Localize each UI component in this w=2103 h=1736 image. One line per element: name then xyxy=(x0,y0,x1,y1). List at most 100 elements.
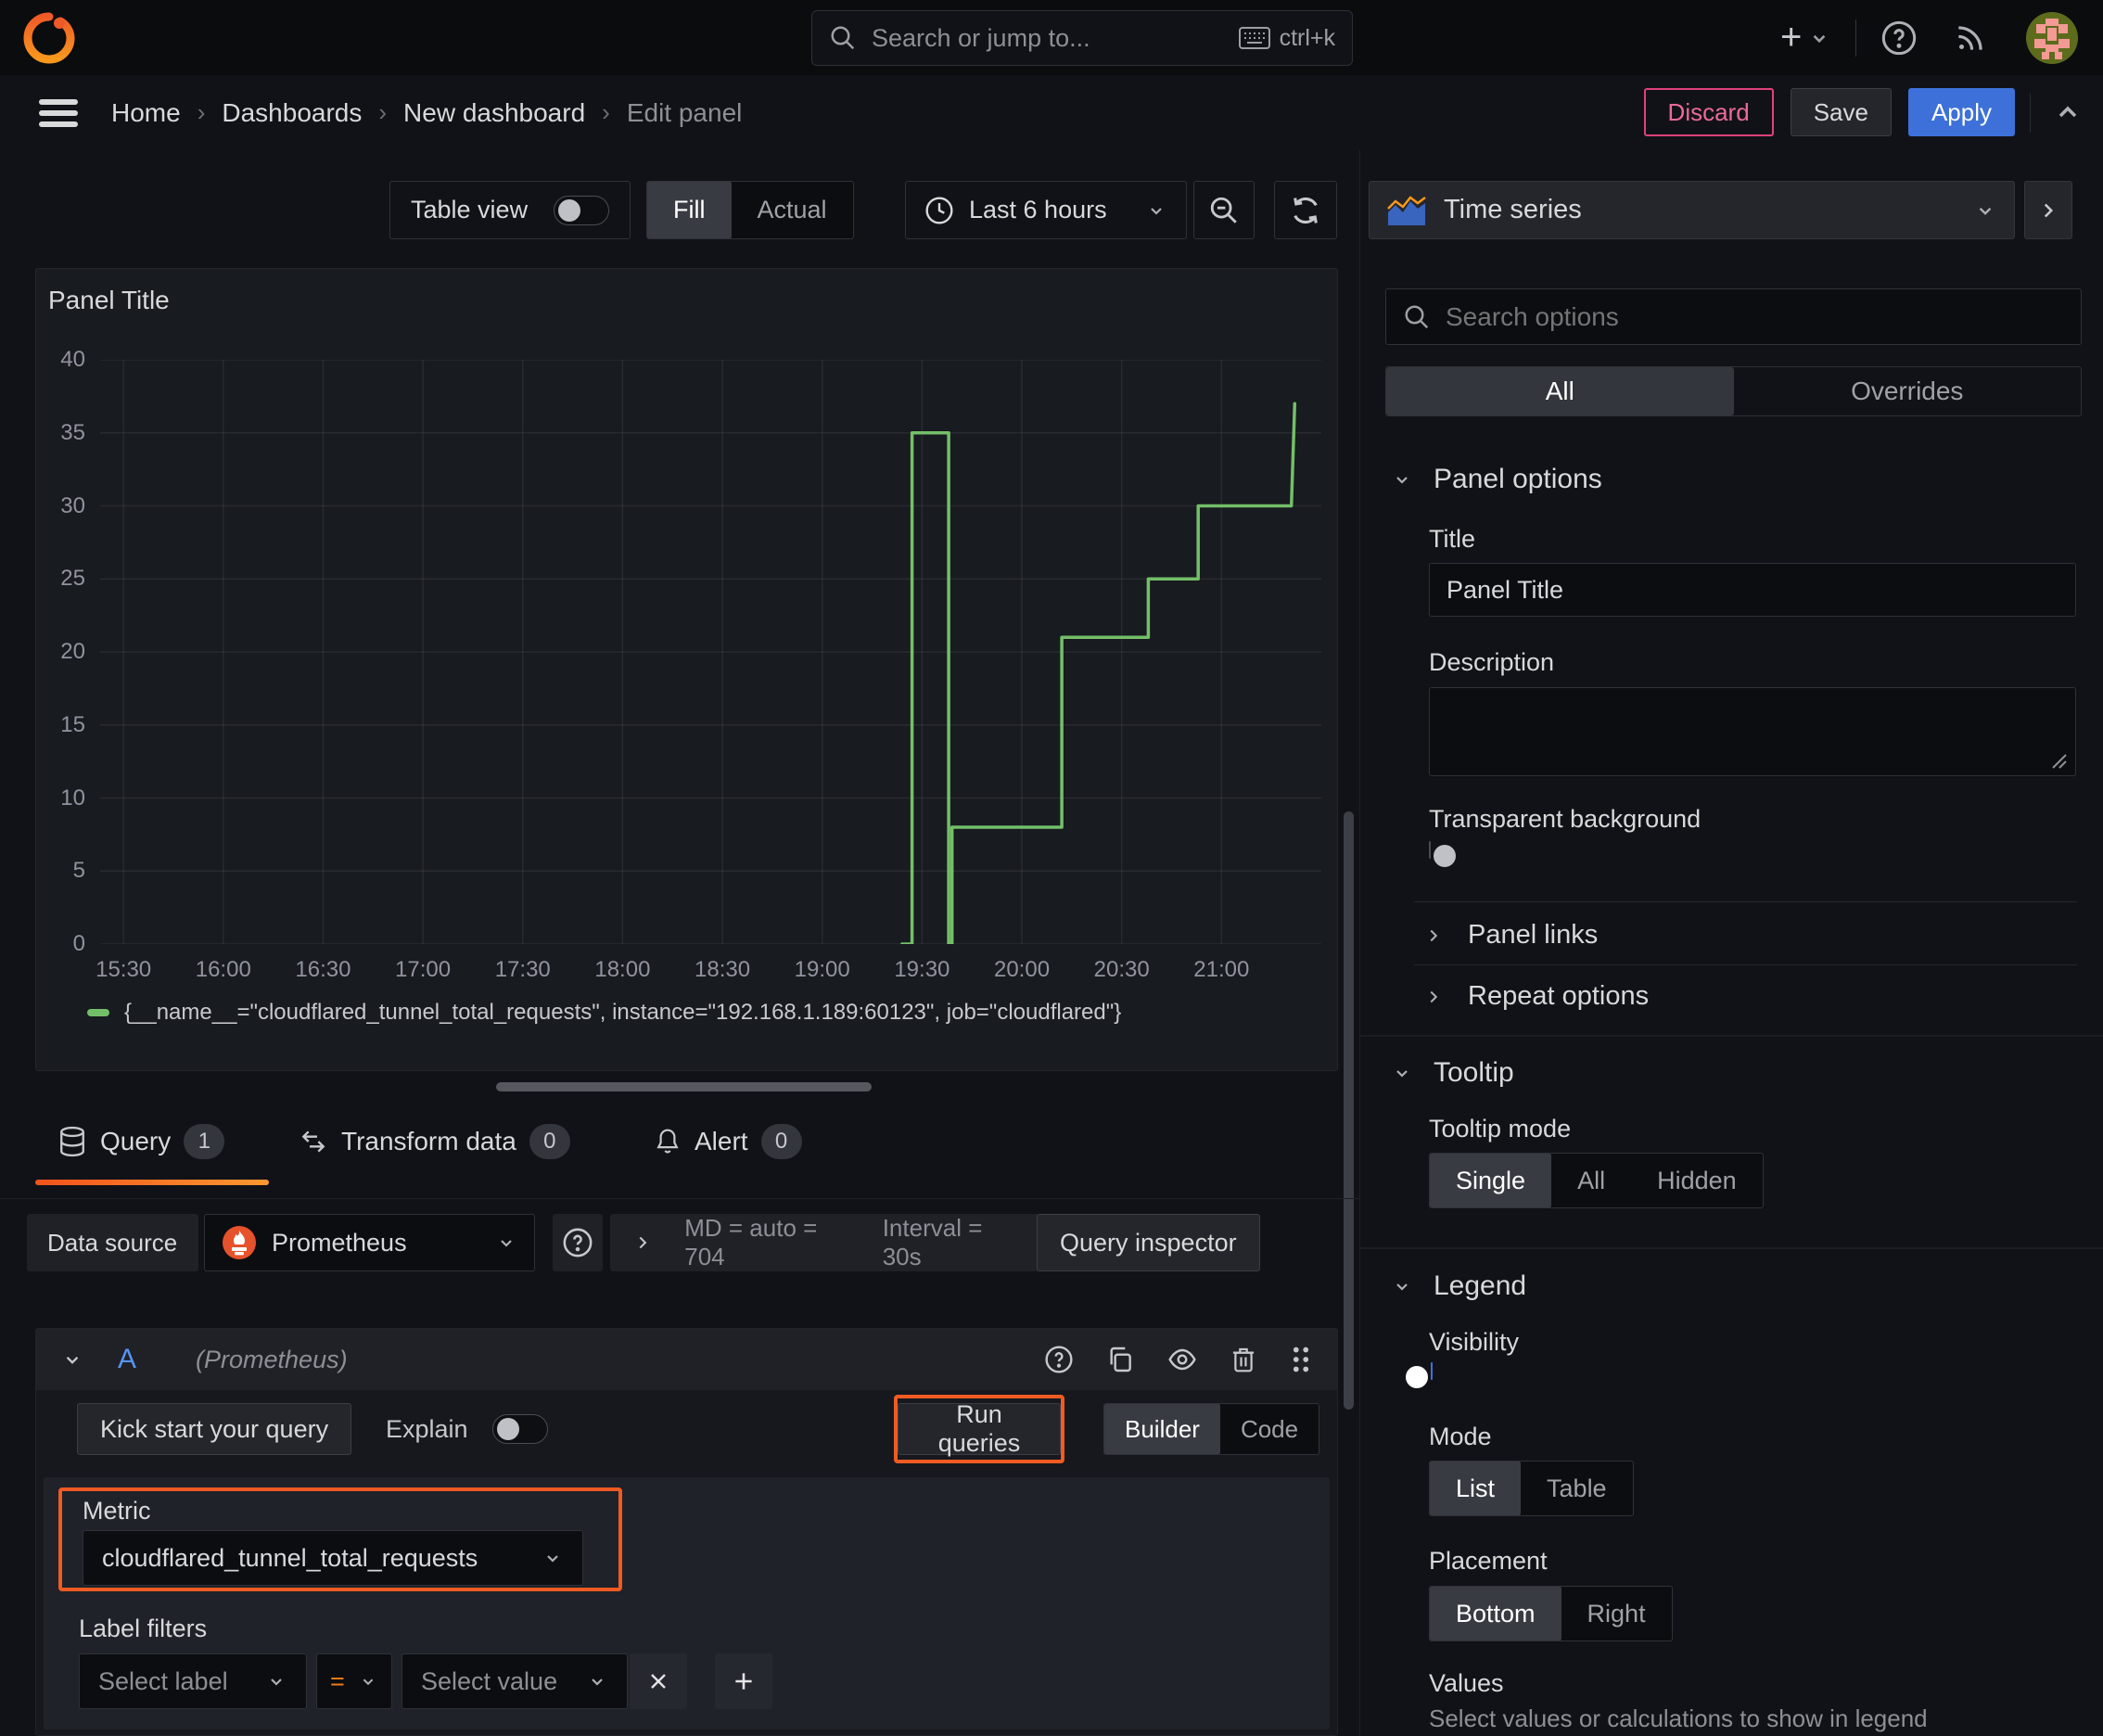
x-tick: 20:00 xyxy=(993,957,1051,982)
trash-icon[interactable] xyxy=(1230,1345,1257,1374)
run-queries-highlight: Run queries xyxy=(894,1395,1064,1463)
global-search[interactable]: ctrl+k xyxy=(811,10,1353,66)
run-queries-button[interactable]: Run queries xyxy=(898,1400,1061,1457)
operator-dropdown[interactable]: = xyxy=(316,1653,392,1709)
chevron-down-icon[interactable] xyxy=(1807,26,1831,50)
remove-filter-button[interactable] xyxy=(630,1653,687,1709)
metric-select[interactable]: cloudflared_tunnel_total_requests xyxy=(83,1530,583,1586)
zoom-out-button[interactable] xyxy=(1193,181,1255,239)
max-data-points: MD = auto = 704 xyxy=(684,1214,818,1270)
chevron-down-icon[interactable] xyxy=(60,1347,84,1372)
save-button[interactable]: Save xyxy=(1790,88,1892,136)
horizontal-scrollbar[interactable] xyxy=(496,1082,872,1091)
section-divider xyxy=(1360,1035,2103,1037)
legend-series-name: {__name__="cloudflared_tunnel_total_requ… xyxy=(124,1000,1122,1025)
x-tick: 18:00 xyxy=(594,957,651,982)
table-view-control: Table view xyxy=(389,181,631,239)
placement-bottom-option[interactable]: Bottom xyxy=(1430,1587,1561,1640)
help-icon[interactable] xyxy=(1880,19,1918,57)
builder-code-segmented: Builder Code xyxy=(1103,1403,1320,1455)
datasource-picker[interactable]: Prometheus xyxy=(204,1214,535,1271)
tooltip-hidden-option[interactable]: Hidden xyxy=(1631,1154,1763,1207)
drag-handle-icon[interactable] xyxy=(1289,1344,1313,1375)
query-help-icon[interactable] xyxy=(1044,1345,1074,1374)
x-tick: 16:30 xyxy=(295,957,351,982)
datasource-help-button[interactable] xyxy=(553,1214,603,1271)
chevron-down-icon xyxy=(271,1679,282,1686)
code-option[interactable]: Code xyxy=(1220,1404,1319,1454)
select-value-dropdown[interactable]: Select value xyxy=(401,1653,628,1709)
eye-icon[interactable] xyxy=(1166,1345,1198,1374)
add-icon[interactable]: + xyxy=(1780,17,1802,58)
breadcrumb-new-dashboard[interactable]: New dashboard xyxy=(403,98,585,128)
time-range-picker[interactable]: Last 6 hours xyxy=(905,181,1187,239)
builder-option[interactable]: Builder xyxy=(1104,1404,1220,1454)
kick-start-query-button[interactable]: Kick start your query xyxy=(77,1403,352,1455)
query-count-badge: 1 xyxy=(184,1124,225,1159)
select-label-dropdown[interactable]: Select label xyxy=(79,1653,307,1709)
fill-actual-segmented: Fill Actual xyxy=(646,181,854,239)
time-series-chart[interactable] xyxy=(100,360,1321,944)
chevron-right-icon xyxy=(1430,990,1438,1002)
breadcrumb-edit-panel: Edit panel xyxy=(626,97,743,127)
shortcut-hint: ctrl+k xyxy=(1238,25,1335,52)
legend-list-option[interactable]: List xyxy=(1430,1462,1522,1515)
tab-overrides[interactable]: Overrides xyxy=(1734,367,2082,415)
transparent-background-toggle[interactable] xyxy=(1429,841,1431,859)
query-row-header[interactable]: A (Prometheus) xyxy=(36,1329,1337,1390)
panel-links-section[interactable]: Panel links xyxy=(1423,920,1598,951)
resize-handle-icon[interactable] xyxy=(2047,749,2068,770)
panel-options-section[interactable]: Panel options xyxy=(1391,464,1602,495)
breadcrumb-dashboards[interactable]: Dashboards xyxy=(222,98,362,128)
description-label: Description xyxy=(1429,648,1555,676)
legend-swatch xyxy=(87,1009,109,1016)
collapse-pane-icon[interactable] xyxy=(2049,97,2086,127)
expand-viz-button[interactable] xyxy=(2024,181,2072,239)
grafana-edit-panel: ctrl+k + xyxy=(0,0,2103,1736)
duplicate-icon[interactable] xyxy=(1105,1345,1135,1374)
x-tick: 19:00 xyxy=(794,957,850,982)
divider xyxy=(1414,964,2077,965)
options-search[interactable] xyxy=(1385,288,2082,345)
transparent-background-label: Transparent background xyxy=(1429,805,1702,833)
actual-option[interactable]: Actual xyxy=(732,182,853,238)
legend-visibility-toggle[interactable] xyxy=(1431,1362,1433,1380)
discard-button[interactable]: Discard xyxy=(1643,88,1774,136)
explain-toggle[interactable] xyxy=(491,1414,548,1444)
news-rss-icon[interactable] xyxy=(1953,20,1988,56)
visualization-picker[interactable]: Time series xyxy=(1369,181,2015,239)
fill-option[interactable]: Fill xyxy=(647,182,732,238)
description-textarea[interactable] xyxy=(1429,687,2076,776)
global-search-input[interactable] xyxy=(870,22,1226,54)
tab-all[interactable]: All xyxy=(1386,367,1734,415)
chevron-down-icon xyxy=(363,1679,374,1686)
apply-button[interactable]: Apply xyxy=(1907,88,2015,136)
tab-alert[interactable]: Alert 0 xyxy=(654,1124,802,1159)
chart-legend[interactable]: {__name__="cloudflared_tunnel_total_requ… xyxy=(87,1000,1121,1026)
tooltip-all-option[interactable]: All xyxy=(1551,1154,1631,1207)
user-avatar[interactable] xyxy=(2025,11,2079,65)
query-editor-card: A (Prometheus) Kick start your query Exp… xyxy=(35,1328,1338,1736)
query-inspector-button[interactable]: Query inspector xyxy=(1037,1214,1260,1271)
legend-section[interactable]: Legend xyxy=(1391,1270,1526,1302)
add-filter-button[interactable] xyxy=(715,1653,772,1709)
options-search-input[interactable] xyxy=(1446,301,2064,332)
table-view-toggle[interactable] xyxy=(554,195,609,225)
tooltip-section[interactable]: Tooltip xyxy=(1391,1057,1514,1089)
breadcrumb-home[interactable]: Home xyxy=(111,98,181,128)
tab-query[interactable]: Query 1 xyxy=(57,1124,225,1159)
refresh-button[interactable] xyxy=(1274,181,1337,239)
grafana-logo-icon[interactable] xyxy=(22,11,76,65)
zoom-out-icon xyxy=(1210,197,1237,223)
x-axis-labels: 15:30 16:00 16:30 17:00 17:30 18:00 18:30 19:00… xyxy=(96,957,1321,990)
placement-right-option[interactable]: Right xyxy=(1561,1587,1672,1640)
legend-table-option[interactable]: Table xyxy=(1521,1462,1633,1515)
tab-transform-data[interactable]: Transform data 0 xyxy=(299,1124,570,1159)
menu-hamburger-icon[interactable] xyxy=(39,97,78,129)
chevron-right-icon[interactable] xyxy=(632,1232,653,1254)
panel-title-input[interactable] xyxy=(1429,563,2076,617)
repeat-options-section[interactable]: Repeat options xyxy=(1423,981,1649,1012)
vertical-scrollbar[interactable] xyxy=(1344,811,1354,1410)
tooltip-single-option[interactable]: Single xyxy=(1430,1154,1552,1207)
refresh-icon xyxy=(1294,197,1318,223)
